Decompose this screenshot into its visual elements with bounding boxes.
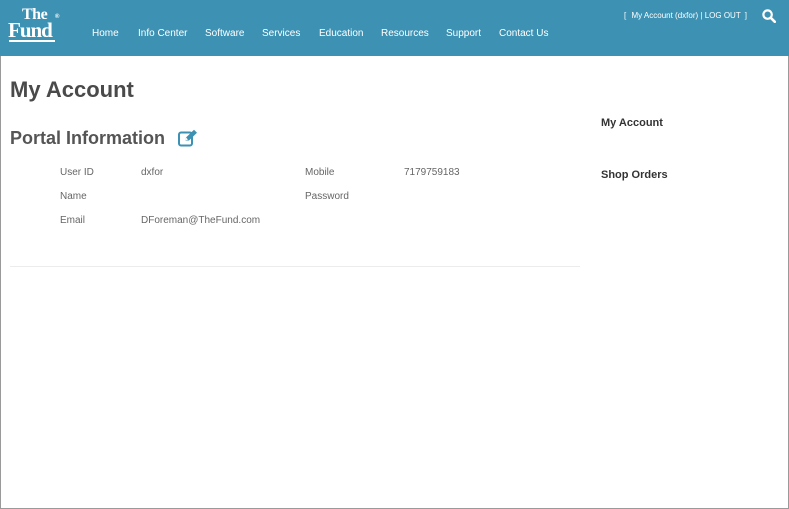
bracket-close: ] [744,11,748,20]
nav-education[interactable]: Education [319,28,363,39]
password-label: Password [305,191,349,202]
section-divider [10,266,580,267]
my-account-link[interactable]: My Account (dxfor) [631,11,698,20]
page-title: My Account [10,77,134,102]
nav-support[interactable]: Support [446,28,481,39]
nav-software[interactable]: Software [205,28,244,39]
site-header: The Fund ® Home Info Center Software Ser… [0,0,789,56]
user-id-value: dxfor [141,167,164,178]
bracket-open: [ [624,11,627,20]
email-label: Email [60,215,86,226]
nav-info-center[interactable]: Info Center [138,28,187,39]
user-id-label: User ID [60,167,94,178]
logo-registered-mark: ® [55,14,60,20]
mobile-value: 7179759183 [404,167,460,178]
name-label: Name [60,191,87,202]
portal-information-heading: Portal Information [10,128,166,148]
logo-underline [9,40,55,42]
nav-contact-us[interactable]: Contact Us [499,28,548,39]
email-value: DForeman@TheFund.com [141,215,261,226]
search-icon[interactable] [762,9,776,23]
account-links: [ My Account (dxfor) | LOG OUT ] [624,11,747,20]
nav-resources[interactable]: Resources [381,28,429,39]
nav-home[interactable]: Home [92,28,119,39]
sidebar-item-shop-orders[interactable]: Shop Orders [601,169,668,181]
mobile-label: Mobile [305,167,335,178]
logout-link[interactable]: LOG OUT [705,11,741,20]
link-separator: | [700,11,703,20]
edit-icon[interactable] [178,129,198,147]
nav-services[interactable]: Services [262,28,300,39]
sidebar-item-my-account[interactable]: My Account [601,117,663,129]
the-fund-logo[interactable]: The Fund ® [8,6,60,46]
